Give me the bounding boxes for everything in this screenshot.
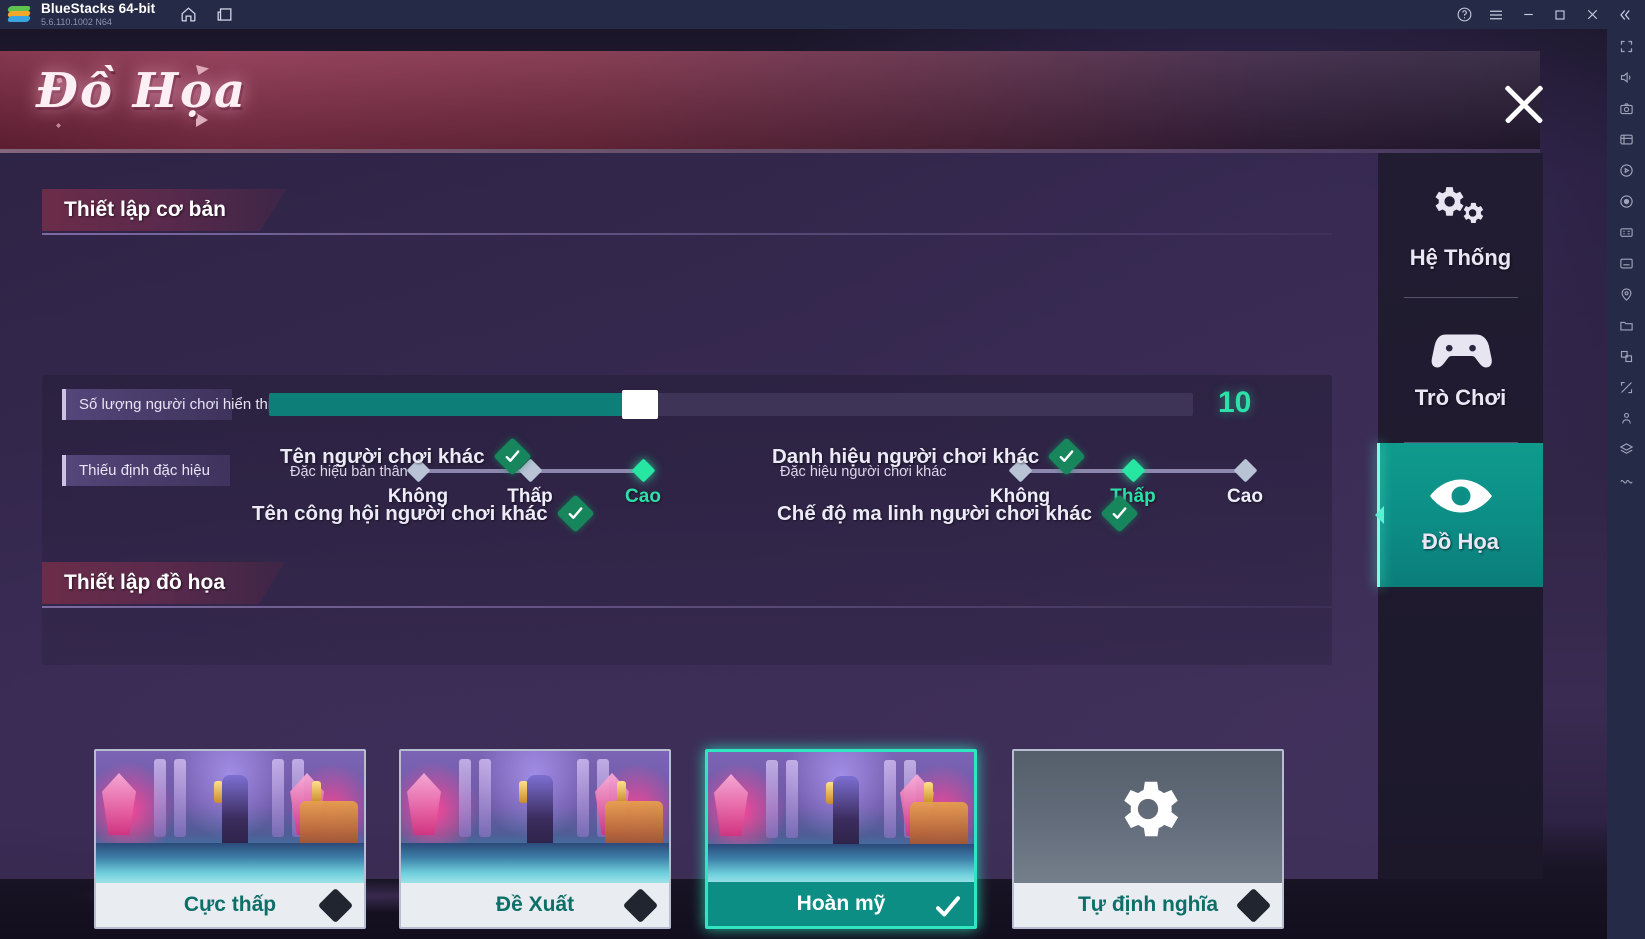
preset-card-hoan-my[interactable]: Hoàn mỹ: [705, 749, 977, 929]
sidebar-item-do-hoa[interactable]: Đồ Họa: [1375, 443, 1543, 587]
check-icon: [936, 896, 960, 917]
preset-card-de-xuat[interactable]: Đề Xuất: [399, 749, 671, 929]
checkbox-label: Tên người chơi khác: [280, 444, 485, 468]
trim-icon[interactable]: [1613, 376, 1639, 398]
media-manager-icon[interactable]: [1613, 128, 1639, 150]
app-version: 5.6.110.1002 N64: [41, 17, 112, 28]
app-title: BlueStacks 64-bit: [41, 0, 156, 16]
pin-icon[interactable]: [1613, 407, 1639, 429]
others-marker-option-2[interactable]: Cao: [1227, 486, 1263, 508]
macro-recorder-icon[interactable]: [1613, 190, 1639, 212]
fullscreen-icon[interactable]: [1613, 35, 1639, 57]
checkbox-checked[interactable]: [556, 494, 595, 533]
checkbox-row-other-player-spirit-mode[interactable]: Chế độ ma linh người chơi khác: [777, 494, 1139, 533]
page-title: Đồ Họa: [36, 63, 248, 119]
check-icon: [1112, 507, 1127, 519]
section-header-basic: Thiết lập cơ bản: [42, 189, 286, 231]
gamepad-icon: [1428, 330, 1494, 377]
shake-icon[interactable]: [1613, 469, 1639, 491]
bluestacks-logo-icon: [6, 5, 32, 24]
player-count-slider-fill: [269, 393, 622, 416]
preset-name: Cực thấp: [183, 893, 277, 916]
check-icon: [568, 507, 583, 519]
preset-card-tu-dinh-nghia[interactable]: Tự định nghĩa: [1012, 749, 1284, 929]
folder-icon[interactable]: [1613, 314, 1639, 336]
bluestacks-tool-rail: [1607, 29, 1645, 939]
preset-thumbnail: [1014, 751, 1282, 885]
checkbox-checked[interactable]: [1047, 437, 1086, 476]
video-record-icon[interactable]: [1613, 159, 1639, 181]
eco-mode-icon[interactable]: [1613, 221, 1639, 243]
player-count-slider-thumb[interactable]: [622, 390, 658, 419]
menu-icon[interactable]: [1481, 0, 1511, 29]
player-count-label: Số lượng người chơi hiển thị: [62, 389, 271, 420]
multi-instance-icon[interactable]: [213, 4, 235, 26]
titlebar-nav: [177, 4, 235, 26]
maximize-icon[interactable]: [1545, 0, 1575, 29]
checkbox-checked[interactable]: [493, 437, 532, 476]
preset-name: Hoàn mỹ: [796, 892, 886, 915]
help-icon[interactable]: [1449, 0, 1479, 29]
spark-decoration: [56, 123, 61, 128]
eye-icon: [1428, 476, 1494, 521]
marker-settings-label-text: Thiếu định đặc hiệu: [79, 462, 210, 479]
close-icon[interactable]: [1577, 0, 1607, 29]
own-marker-step-2[interactable]: [631, 458, 656, 483]
window-title-block: BlueStacks 64-bit 5.6.110.1002 N64: [41, 2, 155, 28]
preset-selected-mark: [933, 892, 960, 917]
section-title-graphics: Thiết lập đồ họa: [64, 571, 225, 594]
window-controls: [1449, 0, 1639, 29]
checkbox-row-other-player-guild[interactable]: Tên công hội người chơi khác: [252, 494, 595, 533]
preset-thumbnail: [708, 752, 974, 886]
check-icon: [505, 450, 519, 462]
sidebar-item-he-thong[interactable]: Hệ Thống: [1378, 153, 1543, 297]
bluestacks-titlebar: BlueStacks 64-bit 5.6.110.1002 N64: [0, 0, 1645, 29]
preset-thumbnail: [401, 751, 669, 885]
sidebar-item-label: Hệ Thống: [1409, 244, 1512, 270]
multi-window-icon[interactable]: [1613, 345, 1639, 367]
volume-icon[interactable]: [1613, 66, 1639, 88]
checkbox-label: Danh hiệu người chơi khác: [772, 444, 1040, 468]
section-divider-graphics: [42, 606, 1332, 608]
own-marker-option-2[interactable]: Cao: [625, 486, 661, 508]
preset-name: Tự định nghĩa: [1077, 893, 1219, 916]
others-marker-step-2[interactable]: [1233, 458, 1258, 483]
basic-settings-card: [42, 375, 1332, 665]
sidebar-item-label: Trò Chơi: [1414, 384, 1507, 410]
location-icon[interactable]: [1613, 283, 1639, 305]
layers-icon[interactable]: [1613, 438, 1639, 460]
close-dialog-button[interactable]: [1501, 81, 1547, 127]
player-count-slider[interactable]: [269, 390, 1193, 419]
section-divider-basic: [42, 233, 1332, 235]
game-settings-sidebar: Hệ Thống Trò Chơi Đồ Họa: [1375, 153, 1543, 879]
checkbox-row-other-player-name[interactable]: Tên người chơi khác: [280, 437, 532, 476]
preset-thumbnail: [96, 751, 364, 885]
gear-icon: [1110, 771, 1186, 852]
section-title-basic: Thiết lập cơ bản: [64, 198, 226, 221]
collapse-icon[interactable]: [1609, 0, 1639, 29]
others-marker-step-1[interactable]: [1121, 458, 1146, 483]
screenshot-icon[interactable]: [1613, 97, 1639, 119]
check-icon: [1059, 450, 1074, 462]
sidebar-item-tro-choi[interactable]: Trò Chơi: [1378, 298, 1543, 442]
checkbox-label: Chế độ ma linh người chơi khác: [777, 501, 1093, 525]
preset-card-cuc-thap[interactable]: Cực thấp: [94, 749, 366, 929]
gears-icon: [1432, 180, 1490, 237]
section-header-graphics: Thiết lập đồ họa: [42, 562, 285, 604]
minimize-icon[interactable]: [1513, 0, 1543, 29]
keymapping-icon[interactable]: [1613, 252, 1639, 274]
preset-name: Đề Xuất: [495, 893, 575, 916]
checkbox-label: Tên công hội người chơi khác: [252, 501, 548, 525]
checkbox-checked[interactable]: [1100, 494, 1139, 533]
settings-panel: Thiết lập cơ bản Số lượng người chơi hiể…: [0, 153, 1378, 929]
player-count-label-text: Số lượng người chơi hiển thị: [79, 396, 272, 413]
checkbox-row-other-player-title[interactable]: Danh hiệu người chơi khác: [772, 437, 1086, 476]
player-count-value: 10: [1218, 386, 1252, 419]
home-icon[interactable]: [177, 4, 199, 26]
game-viewport: Đồ Họa Thiết lập cơ bản Số lượng người c…: [0, 29, 1607, 939]
graphics-banner: Đồ Họa: [0, 51, 1540, 149]
marker-settings-label: Thiếu định đặc hiệu: [62, 455, 230, 486]
sidebar-item-label: Đồ Họa: [1422, 528, 1499, 554]
